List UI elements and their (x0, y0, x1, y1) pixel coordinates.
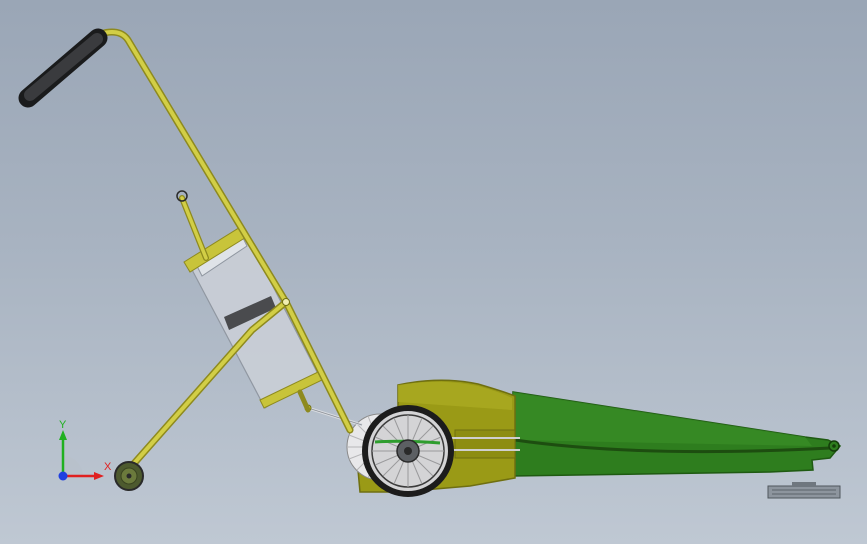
discharge-chute[interactable] (512, 391, 842, 477)
mower-assembly-model[interactable] (0, 0, 867, 544)
x-axis-label: X (104, 461, 112, 473)
orientation-triad[interactable]: Y X (48, 418, 118, 498)
handle-grip[interactable] (18, 28, 108, 108)
cad-viewport[interactable]: Y X (0, 0, 867, 544)
z-axis-dot (58, 471, 68, 481)
y-axis-label: Y (59, 419, 67, 431)
front-caster-wheel[interactable] (114, 461, 144, 491)
frame-joint (282, 298, 290, 306)
drive-wheel[interactable] (362, 405, 454, 497)
rear-skid-plate (767, 482, 841, 499)
linkage-rod (304, 404, 363, 427)
